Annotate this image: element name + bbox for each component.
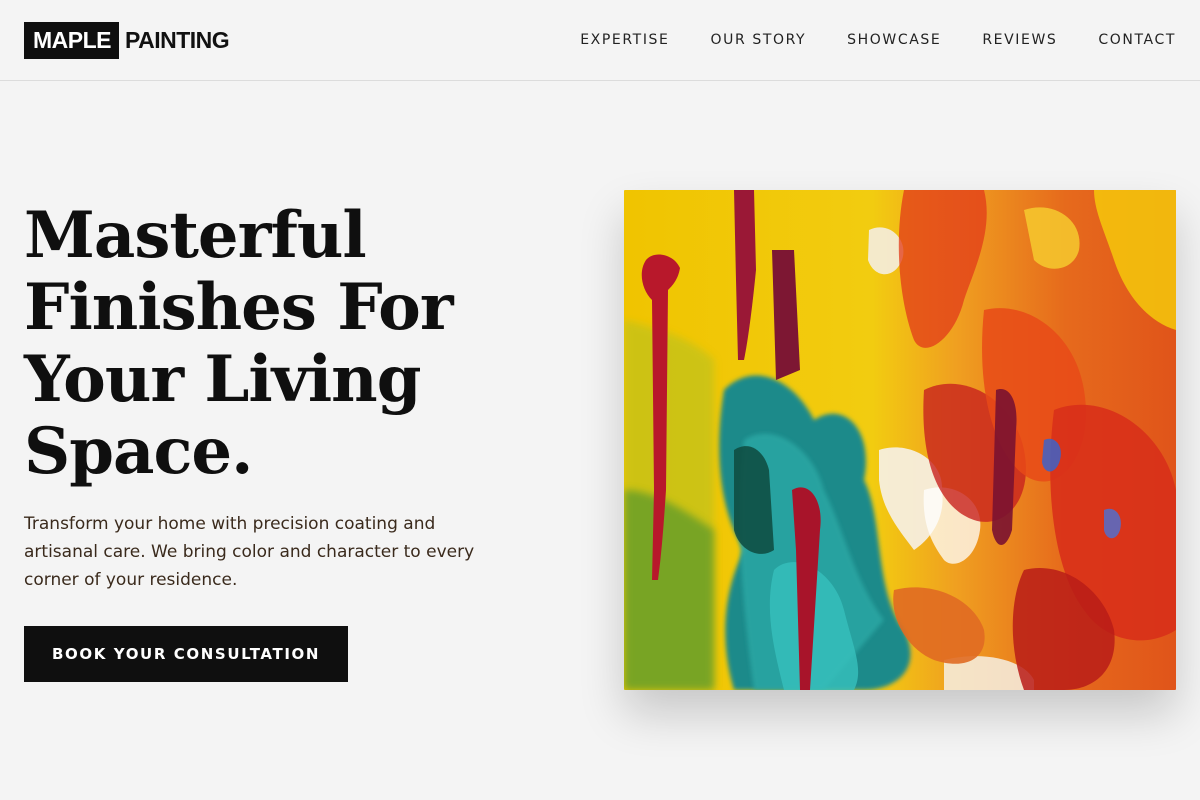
hero-title-line: Space. <box>24 414 253 489</box>
brand-logo-box: MAPLE <box>24 21 119 59</box>
brand-logo-text: PAINTING <box>125 26 230 53</box>
painting-artwork <box>624 190 1176 690</box>
main-nav: EXPERTISE OUR STORY SHOWCASE REVIEWS CON… <box>580 32 1176 48</box>
site-header: MAPLE PAINTING EXPERTISE OUR STORY SHOWC… <box>0 0 1200 81</box>
hero-title-line: Masterful <box>24 198 367 273</box>
hero-title-line: Finishes For <box>24 270 454 345</box>
nav-link-showcase[interactable]: SHOWCASE <box>847 32 941 48</box>
hero-title-line: Your Living <box>24 342 421 417</box>
nav-link-our-story[interactable]: OUR STORY <box>710 32 806 48</box>
abstract-painting-image <box>624 190 1176 690</box>
nav-link-reviews[interactable]: REVIEWS <box>982 32 1057 48</box>
hero-subtitle: Transform your home with precision coati… <box>24 514 475 590</box>
nav-link-contact[interactable]: CONTACT <box>1098 32 1176 48</box>
book-consultation-button[interactable]: BOOK YOUR CONSULTATION <box>24 626 348 682</box>
brand-logo[interactable]: MAPLE PAINTING <box>24 21 230 59</box>
hero-title: Masterful Finishes For Your Living Space… <box>24 200 544 488</box>
nav-link-expertise[interactable]: EXPERTISE <box>580 32 669 48</box>
